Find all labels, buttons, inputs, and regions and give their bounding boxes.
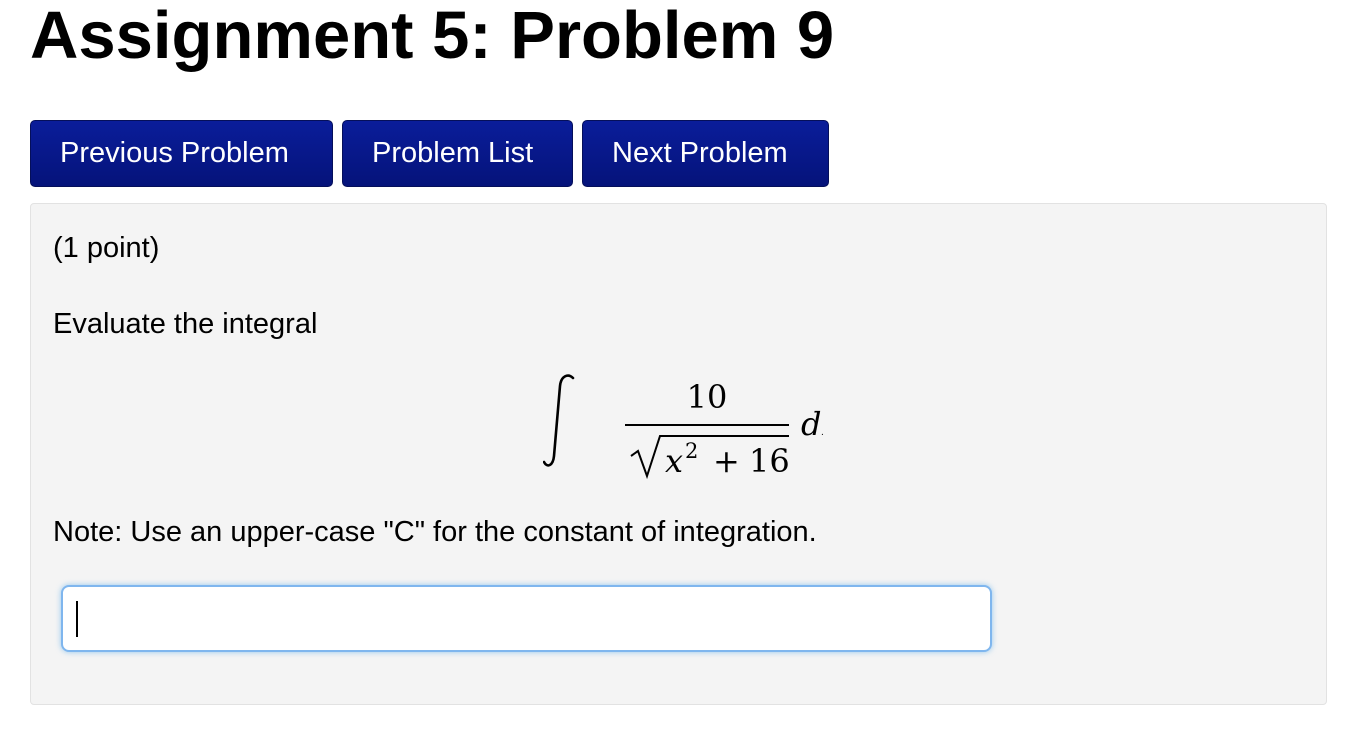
radicand-plus: + (713, 442, 740, 480)
problem-note: Note: Use an upper-case "C" for the cons… (53, 516, 817, 548)
radicand-variable: x (665, 442, 683, 480)
radicand-constant: 16 (749, 442, 790, 480)
integral-svg: 10 x 2 + 16 dx (543, 374, 823, 480)
next-problem-button[interactable]: Next Problem (582, 120, 829, 187)
integral-expression: 10 x 2 + 16 dx (543, 370, 823, 482)
problem-points: (1 point) (53, 232, 160, 264)
answer-input[interactable] (61, 585, 992, 652)
radicand-exponent: 2 (685, 439, 698, 463)
problem-navigation: Previous Problem Problem List Next Probl… (30, 120, 829, 187)
problem-panel: (1 point) Evaluate the integral 10 x 2 +… (30, 203, 1327, 705)
page-title: Assignment 5: Problem 9 (30, 0, 835, 73)
text-cursor (76, 601, 78, 637)
problem-prompt: Evaluate the integral (53, 308, 318, 340)
previous-problem-button[interactable]: Previous Problem (30, 120, 333, 187)
problem-list-button[interactable]: Problem List (342, 120, 573, 187)
page: Assignment 5: Problem 9 Previous Problem… (0, 0, 1359, 735)
integral-differential: dx (801, 405, 823, 443)
integral-numerator: 10 (687, 378, 728, 416)
integral-sign-icon (543, 374, 575, 467)
